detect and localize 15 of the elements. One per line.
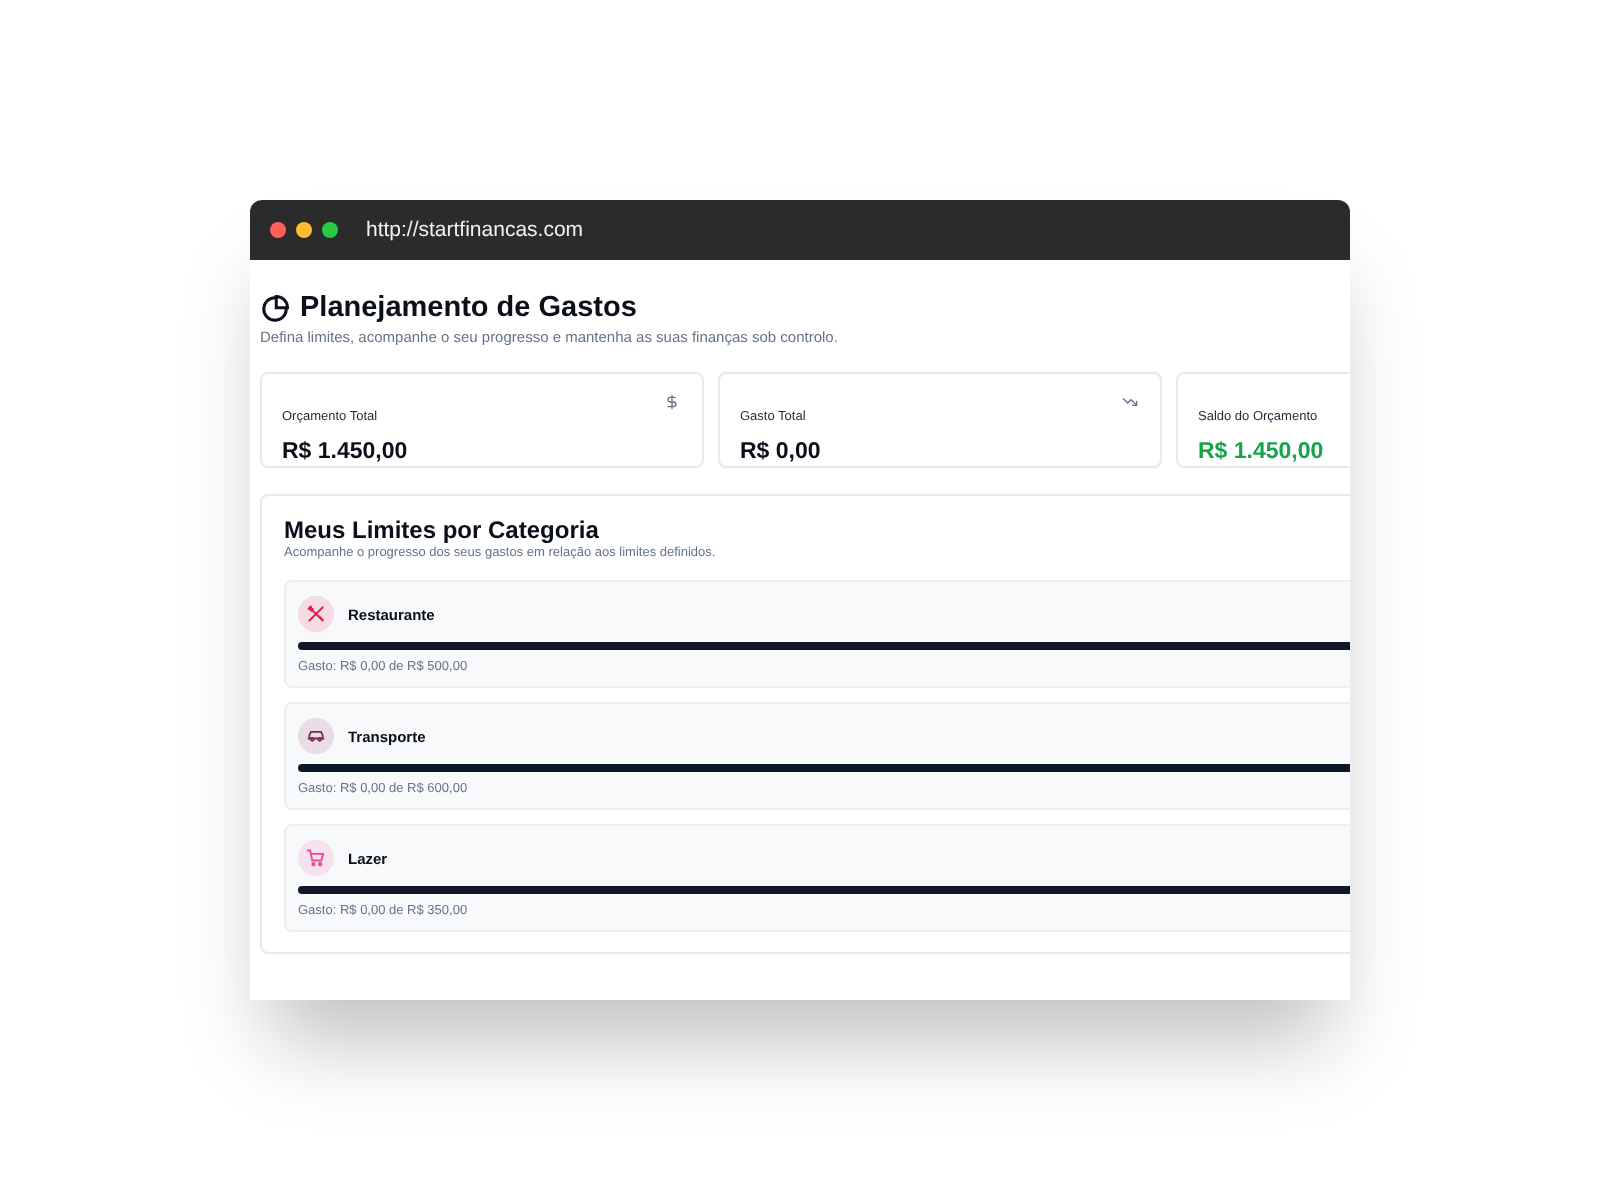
card-value: R$ 1.450,00	[282, 440, 408, 464]
pie-chart-icon	[260, 293, 290, 323]
car-icon	[306, 726, 326, 746]
card-value: R$ 1.450,00	[1198, 440, 1324, 464]
cart-icon	[306, 848, 326, 868]
close-dot[interactable]	[270, 222, 286, 238]
page-title: Planejamento de Gastos	[300, 292, 637, 324]
panel-title: Meus Limites por Categoria	[284, 516, 601, 544]
dollar-icon	[664, 394, 680, 410]
trending-down-icon	[1122, 394, 1138, 410]
card-value: R$ 0,00	[740, 440, 821, 464]
utensils-icon	[306, 604, 326, 624]
minimize-dot[interactable]	[296, 222, 312, 238]
address-url: http://startfinancas.com	[366, 218, 584, 242]
maximize-dot[interactable]	[322, 222, 338, 238]
